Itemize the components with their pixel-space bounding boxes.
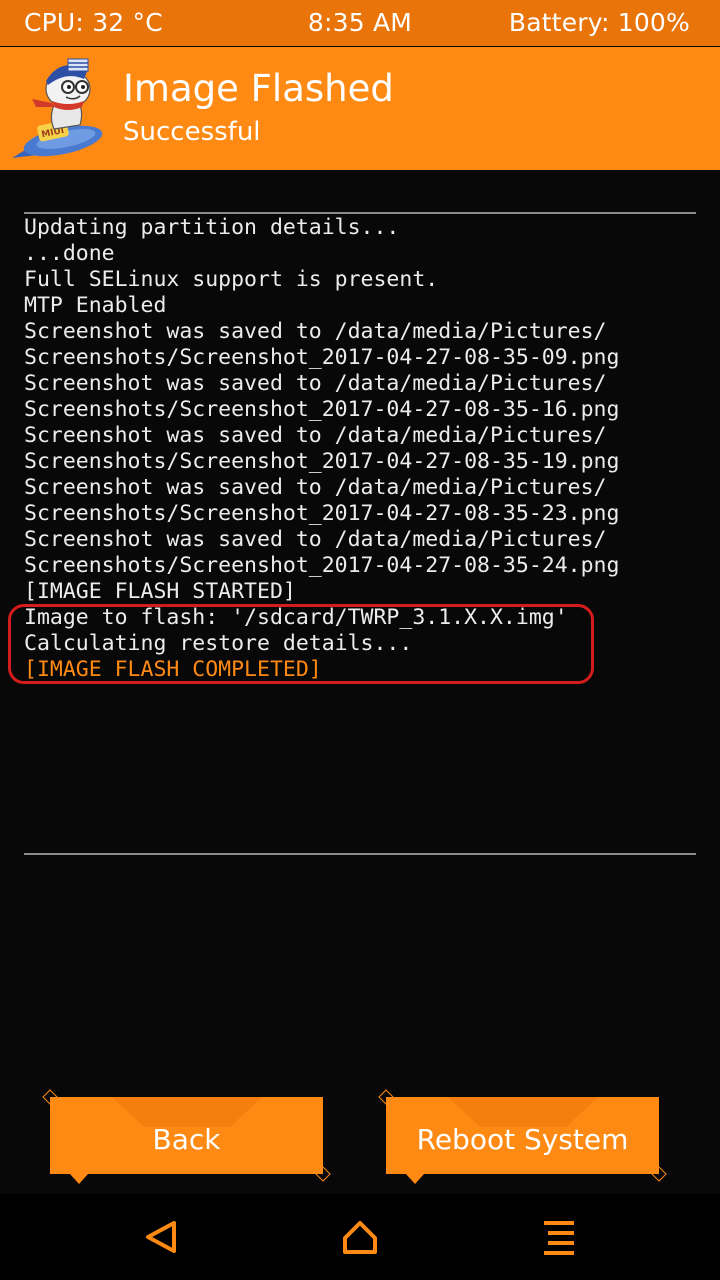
highlight-annotation	[8, 604, 594, 684]
console-line: Screenshot was saved to /data/media/Pict…	[24, 527, 607, 552]
console-line: Screenshots/Screenshot_2017-04-27-08-35-…	[24, 397, 620, 422]
console-bottom-divider	[24, 853, 696, 855]
console-line: Screenshots/Screenshot_2017-04-27-08-35-…	[24, 501, 620, 526]
console-line: [IMAGE FLASH STARTED]	[24, 579, 296, 604]
console-line: Screenshots/Screenshot_2017-04-27-08-35-…	[24, 449, 620, 474]
page-title: Image Flashed	[123, 67, 394, 110]
triangle-back-icon[interactable]	[130, 1210, 190, 1264]
battery-level: Battery: 100%	[508, 8, 690, 37]
console-line: Screenshot was saved to /data/media/Pict…	[24, 371, 607, 396]
reboot-system-button[interactable]: Reboot System	[378, 1089, 667, 1184]
home-icon[interactable]	[330, 1210, 390, 1264]
reboot-system-button-label: Reboot System	[416, 1123, 629, 1156]
console-top-divider	[24, 212, 696, 214]
status-bar: CPU: 32 °C 8:35 AM Battery: 100%	[0, 0, 720, 46]
console-line: Updating partition details...	[24, 215, 400, 240]
console-line: Screenshots/Screenshot_2017-04-27-08-35-…	[24, 345, 620, 370]
back-button-label: Back	[152, 1123, 221, 1156]
console-line: MTP Enabled	[24, 293, 167, 318]
miui-mascot-logo-icon: MIUI	[12, 58, 103, 158]
menu-icon[interactable]	[530, 1210, 590, 1264]
console-line: Screenshot was saved to /data/media/Pict…	[24, 475, 607, 500]
button-pointer-decoration	[70, 1174, 88, 1184]
console-line: Screenshot was saved to /data/media/Pict…	[24, 423, 607, 448]
button-pointer-decoration	[406, 1174, 424, 1184]
navigation-bar	[0, 1194, 720, 1280]
console-line: Full SELinux support is present.	[24, 267, 439, 292]
console-line: Screenshots/Screenshot_2017-04-27-08-35-…	[24, 553, 620, 578]
back-button[interactable]: Back	[42, 1089, 331, 1184]
header: MIUI Image Flashed Successful	[0, 47, 720, 170]
console-line: ...done	[24, 241, 115, 266]
console-line: Screenshot was saved to /data/media/Pict…	[24, 319, 607, 344]
page-subtitle: Successful	[123, 117, 261, 147]
